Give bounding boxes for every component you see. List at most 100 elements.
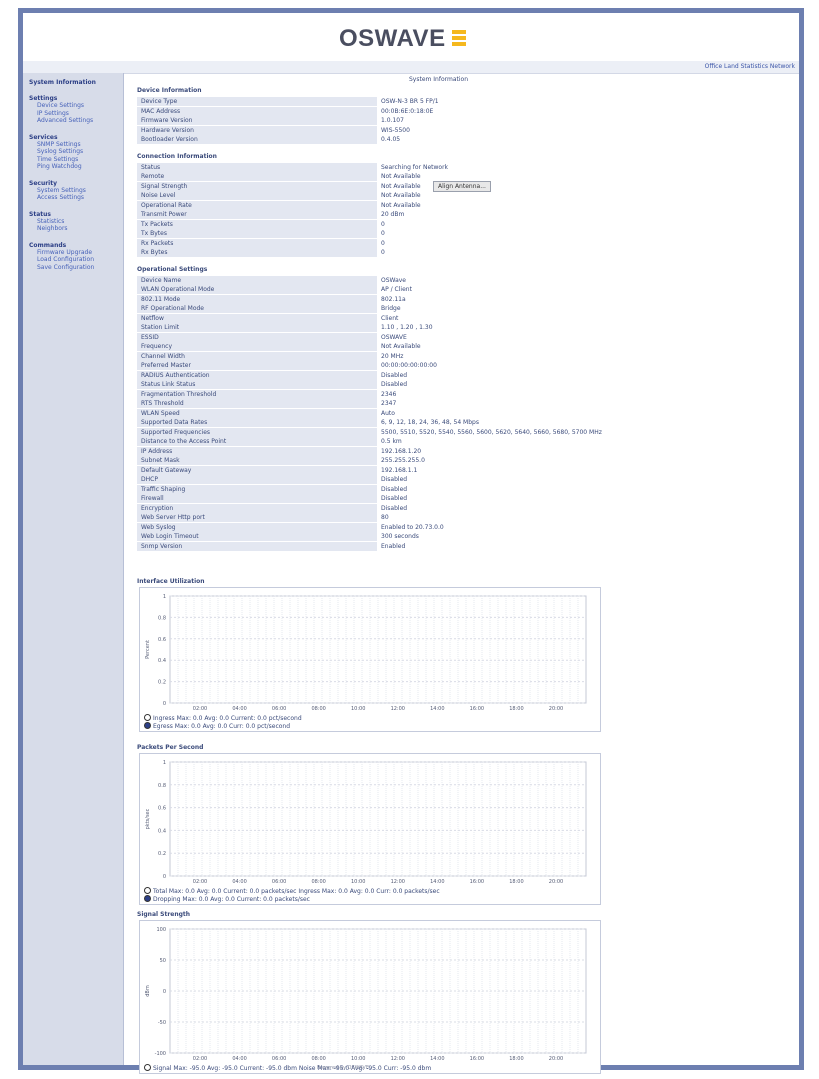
info-row: Subnet Mask 255.255.255.0 xyxy=(137,456,697,465)
sidebar-item[interactable]: Firmware Upgrade xyxy=(37,249,123,257)
legend-dot-icon xyxy=(144,1064,151,1071)
info-value: Searching for Network xyxy=(381,163,449,171)
x-tick-label: 18:00 xyxy=(509,706,523,712)
chart-box: 1 0.8 0.6 0.4 0.2 0 02:00 04:00 06:00 08:00 10:00 1… xyxy=(139,753,601,905)
x-tick-label: 18:00 xyxy=(509,1056,523,1062)
info-label: WLAN Speed xyxy=(137,408,377,418)
sidebar-item[interactable]: Access Settings xyxy=(37,194,123,202)
chart-title: Interface Utilization xyxy=(137,578,205,585)
info-value: 255.255.255.0 xyxy=(381,457,425,464)
info-value: Disabled xyxy=(381,371,408,379)
info-row: ESSID OSWAVE xyxy=(137,332,697,342)
info-row: MAC Address 00:0B:6E:0:18:0E xyxy=(137,106,697,116)
sidebar-item[interactable]: SNMP Settings xyxy=(37,141,123,149)
section-title: Device Information xyxy=(137,87,202,94)
info-value: 00:00:00:00:00:00 xyxy=(381,362,437,369)
info-row: Channel Width 20 MHz xyxy=(137,351,697,361)
info-label: Web Syslog xyxy=(137,522,377,532)
y-axis-label: Percent xyxy=(145,640,151,659)
x-tick-label: 12:00 xyxy=(391,1056,405,1062)
info-value: OSW-N-3 BR 5 FP/1 xyxy=(381,98,439,105)
y-tick-label: 0.8 xyxy=(158,783,166,789)
x-tick-label: 06:00 xyxy=(272,879,286,885)
info-row: Device Type OSW-N-3 BR 5 FP/1 xyxy=(137,97,697,106)
x-tick-label: 06:00 xyxy=(272,706,286,712)
y-tick-label: 100 xyxy=(156,927,166,933)
sidebar-group-title: Services xyxy=(29,133,58,141)
info-value: Not Available xyxy=(381,182,421,190)
sidebar-item[interactable]: Load Configuration xyxy=(37,256,123,264)
info-row: RTS Threshold 2347 xyxy=(137,399,697,408)
info-row: Web Login Timeout 300 seconds xyxy=(137,532,697,541)
sidebar-group-title[interactable]: System Information xyxy=(29,79,123,86)
sidebar-item[interactable]: Device Settings xyxy=(37,102,123,110)
sidebar-item[interactable]: Neighbors xyxy=(37,225,123,233)
align-antenna-button[interactable]: Align Antenna... xyxy=(433,180,491,192)
y-tick-label: 0 xyxy=(163,874,166,880)
sidebar-item[interactable]: Time Settings xyxy=(37,156,123,164)
info-value: OSWAVE xyxy=(381,333,407,341)
info-label: RF Operational Mode xyxy=(137,304,377,313)
info-row: Encryption Disabled xyxy=(137,503,697,513)
section-title: Operational Settings xyxy=(137,265,208,273)
info-label: Noise Level xyxy=(137,191,377,200)
legend-text: Dropping Max: 0.0 Avg: 0.0 Current: 0.0 … xyxy=(153,896,310,903)
sidebar-item[interactable]: Syslog Settings xyxy=(37,148,123,156)
chart-title: Signal Strength xyxy=(137,911,191,918)
x-tick-label: 10:00 xyxy=(351,706,365,712)
info-value: 0.5 km xyxy=(381,438,402,445)
x-tick-label: 02:00 xyxy=(193,706,207,712)
legend-entry: Egress Max: 0.0 Avg: 0.0 Curr: 0.0 pct/s… xyxy=(144,722,302,730)
info-value: Disabled xyxy=(381,495,408,502)
info-value: Bridge xyxy=(381,305,401,312)
info-value: Not Available xyxy=(381,192,421,199)
legend-dot-icon xyxy=(144,895,151,902)
sidebar-item[interactable]: IP Settings xyxy=(37,110,123,118)
sidebar-item[interactable]: System Settings xyxy=(37,187,123,195)
info-label: 802.11 Mode xyxy=(137,294,377,304)
y-tick-label: 0.6 xyxy=(158,806,166,812)
sidebar-group-title: Status xyxy=(29,210,51,218)
sidebar-item[interactable]: Save Configuration xyxy=(37,264,123,272)
info-label: Status xyxy=(137,162,377,172)
x-tick-label: 10:00 xyxy=(351,879,365,885)
info-value: Disabled xyxy=(381,485,408,493)
chart-svg: 100 50 0 -50 -100 02:00 04:00 06:00 08:00 10:00 12… xyxy=(145,927,587,1062)
info-row: Fragmentation Threshold 2346 xyxy=(137,389,697,399)
info-row: WLAN Operational Mode AP / Client xyxy=(137,285,697,294)
info-row: Netflow Client xyxy=(137,313,697,323)
info-label: Distance to the Access Point xyxy=(137,437,377,446)
y-tick-label: -50 xyxy=(158,1020,166,1026)
info-label: Snmp Version xyxy=(137,541,377,551)
y-tick-label: 0.4 xyxy=(158,658,166,664)
legend-entry: Dropping Max: 0.0 Avg: 0.0 Current: 0.0 … xyxy=(144,895,440,903)
info-label: Preferred Master xyxy=(137,361,377,370)
y-axis-label: dBm xyxy=(145,985,151,997)
info-value: 300 seconds xyxy=(381,533,419,540)
info-value: Enabled to 20.73.0.0 xyxy=(381,523,444,531)
top-link[interactable]: Office Land Statistics Network xyxy=(705,63,795,70)
sidebar-item[interactable]: Advanced Settings xyxy=(37,117,123,125)
info-label: Bootloader Version xyxy=(137,135,377,144)
info-value: WIS-5500 xyxy=(381,126,410,134)
legend-dot-icon xyxy=(144,722,151,729)
info-value: 20 dBm xyxy=(381,211,405,218)
sidebar-item[interactable]: Statistics xyxy=(37,218,123,226)
info-row: Signal Strength Not Available Align Antenn… xyxy=(137,180,697,192)
y-tick-label: -100 xyxy=(155,1051,166,1057)
chart-box: 100 50 0 -50 -100 02:00 04:00 06:00 08:00 10:00 12… xyxy=(139,920,601,1074)
info-row: Noise Level Not Available xyxy=(137,191,697,200)
info-label: Frequency xyxy=(137,342,377,351)
sidebar-group: Settings Device Settings IP Settings Advanc… xyxy=(23,95,123,125)
info-label: Rx Packets xyxy=(137,238,377,248)
sidebar-group: Commands Firmware Upgrade Load Configurati… xyxy=(23,242,123,272)
info-value: 192.168.1.1 xyxy=(381,466,418,474)
info-value: 0 xyxy=(381,230,385,237)
info-row: Firewall Disabled xyxy=(137,494,697,503)
info-value: 0 xyxy=(381,239,385,247)
sidebar-item[interactable]: Ping Watchdog xyxy=(37,163,123,171)
sidebar-group: System Information xyxy=(23,79,123,86)
x-tick-label: 02:00 xyxy=(193,1056,207,1062)
info-row: 802.11 Mode 802.11a xyxy=(137,294,697,304)
info-label: Firmware Version xyxy=(137,116,377,125)
